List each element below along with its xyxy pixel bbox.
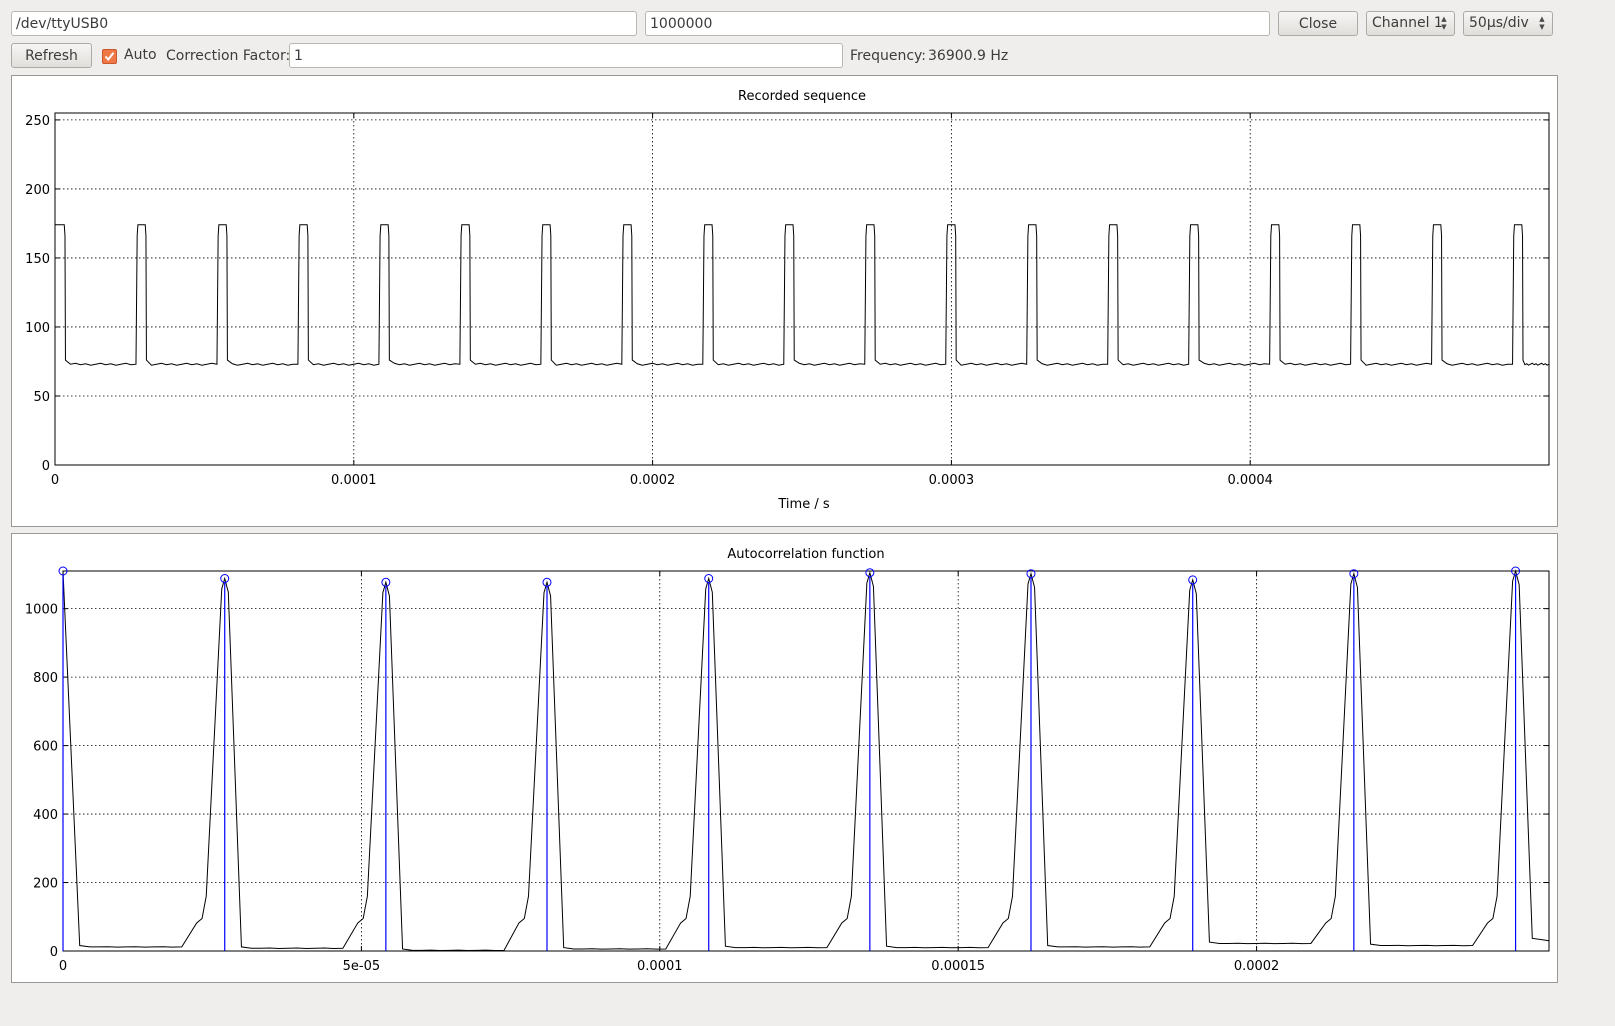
plot-area-border: [54, 112, 1550, 466]
y-tick-label: 200: [25, 183, 50, 198]
correction-factor-input[interactable]: [289, 43, 843, 68]
x-tick-label: 0.0004: [1227, 473, 1273, 488]
correction-factor-label: Correction Factor:: [166, 48, 291, 64]
frequency-value: 36900.9 Hz: [928, 48, 1009, 64]
y-tick-label: 200: [33, 877, 58, 892]
signal-trace: [55, 224, 1550, 366]
x-tick-label: 0.0001: [331, 473, 377, 488]
y-tick-label: 800: [33, 671, 58, 686]
x-tick-label: 0.0002: [1234, 959, 1280, 974]
x-tick-label: 0.00015: [931, 959, 985, 974]
spin-arrows-icon: ▲ ▼: [1441, 15, 1447, 31]
y-tick-label: 400: [33, 808, 58, 823]
autocorrelation-trace: [62, 569, 1550, 952]
chart-title: Autocorrelation function: [727, 547, 884, 562]
plot-area-border: [62, 570, 1550, 952]
close-button[interactable]: Close: [1278, 11, 1358, 36]
checkmark-icon: [104, 52, 115, 62]
x-tick-label: 0.0003: [929, 473, 975, 488]
x-tick-label: 0: [59, 959, 67, 974]
channel-select-value: Channel 1: [1372, 15, 1443, 31]
autocorrelation-chart: Autocorrelation function 0 5e-05 0.0001 0.00…: [25, 547, 1550, 974]
y-tick-label: 250: [25, 114, 50, 129]
y-tick-label: 600: [33, 740, 58, 755]
y-tick-label: 0: [42, 459, 50, 474]
spin-arrows-icon: ▲ ▼: [1539, 15, 1545, 31]
timebase-select-value: 50µs/div: [1469, 15, 1529, 31]
y-tick-label: 100: [25, 321, 50, 336]
y-tick-label: 50: [33, 390, 50, 405]
x-tick-label: 0: [51, 473, 59, 488]
timebase-select[interactable]: 50µs/div ▲ ▼: [1463, 11, 1553, 36]
chart-title: Recorded sequence: [738, 89, 866, 104]
auto-label: Auto: [124, 47, 157, 63]
frequency-label: Frequency:: [850, 48, 927, 64]
auto-checkbox[interactable]: [102, 49, 117, 64]
recorded-sequence-chart: Recorded sequence 0 0.0001 0.0002 0.0003 0.00…: [25, 89, 1550, 512]
baud-rate-input[interactable]: [645, 11, 1270, 36]
y-tick-label: 1000: [25, 603, 58, 618]
recorded-sequence-panel: Recorded sequence 0 0.0001 0.0002 0.0003 0.00…: [11, 75, 1558, 527]
serial-port-input[interactable]: [11, 11, 637, 36]
x-tick-label: 5e-05: [343, 959, 381, 974]
x-tick-label: 0.0001: [637, 959, 683, 974]
refresh-button[interactable]: Refresh: [11, 43, 92, 68]
x-tick-label: 0.0002: [630, 473, 676, 488]
autocorrelation-panel: Autocorrelation function 0 5e-05 0.0001 0.00…: [11, 533, 1558, 983]
y-tick-label: 150: [25, 252, 50, 267]
channel-select[interactable]: Channel 1 ▲ ▼: [1366, 11, 1455, 36]
y-tick-label: 0: [50, 945, 58, 960]
x-axis-label: Time / s: [777, 497, 829, 512]
